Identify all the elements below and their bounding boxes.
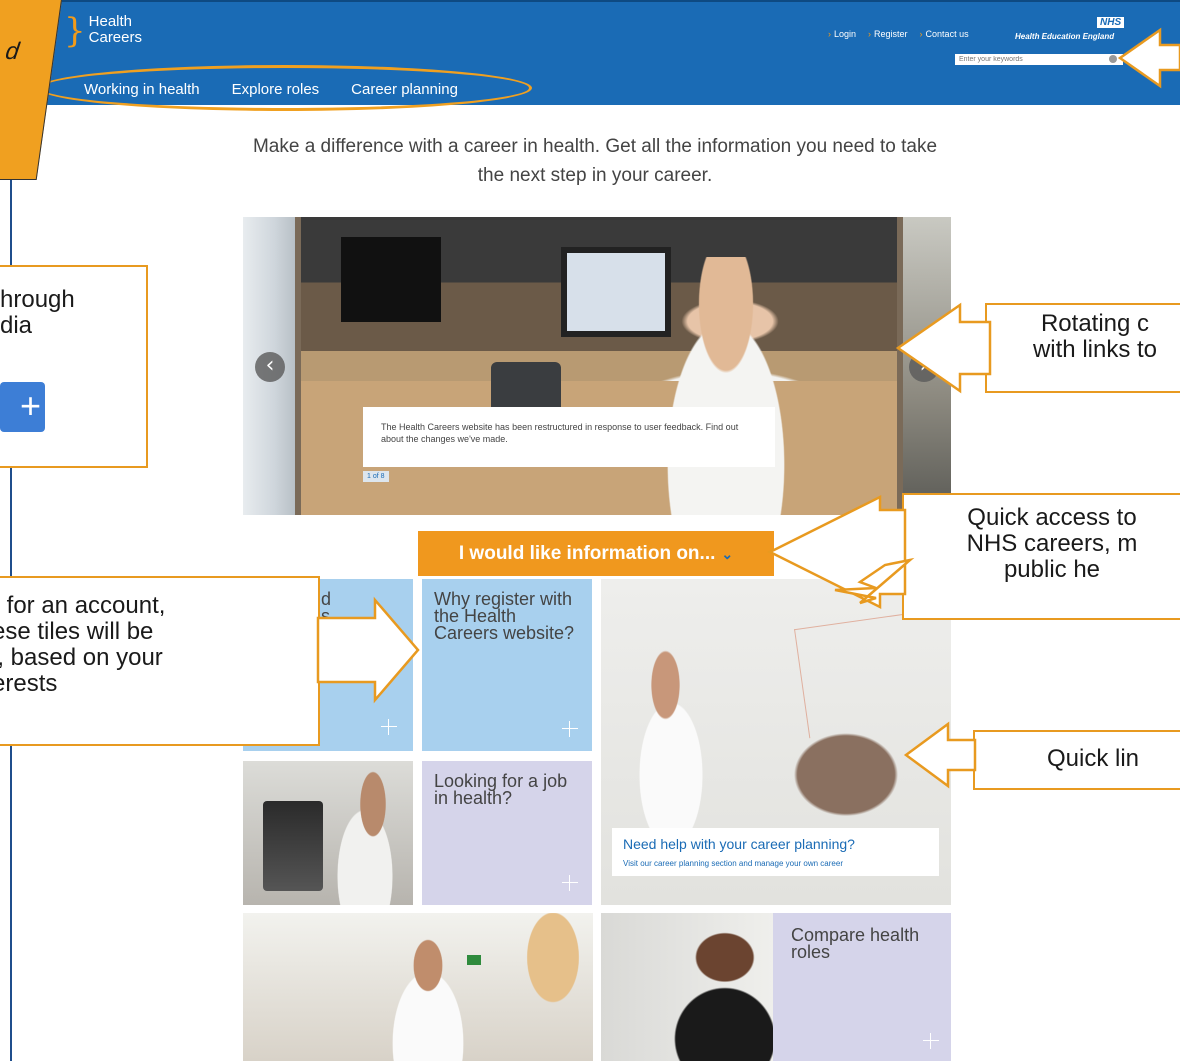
arrow-to-register-tile xyxy=(316,596,420,704)
arrow-to-carousel xyxy=(895,302,992,394)
callout-arrows xyxy=(316,27,1180,789)
arrow-to-search xyxy=(1117,27,1180,89)
arrow-to-quick-links xyxy=(903,721,977,789)
